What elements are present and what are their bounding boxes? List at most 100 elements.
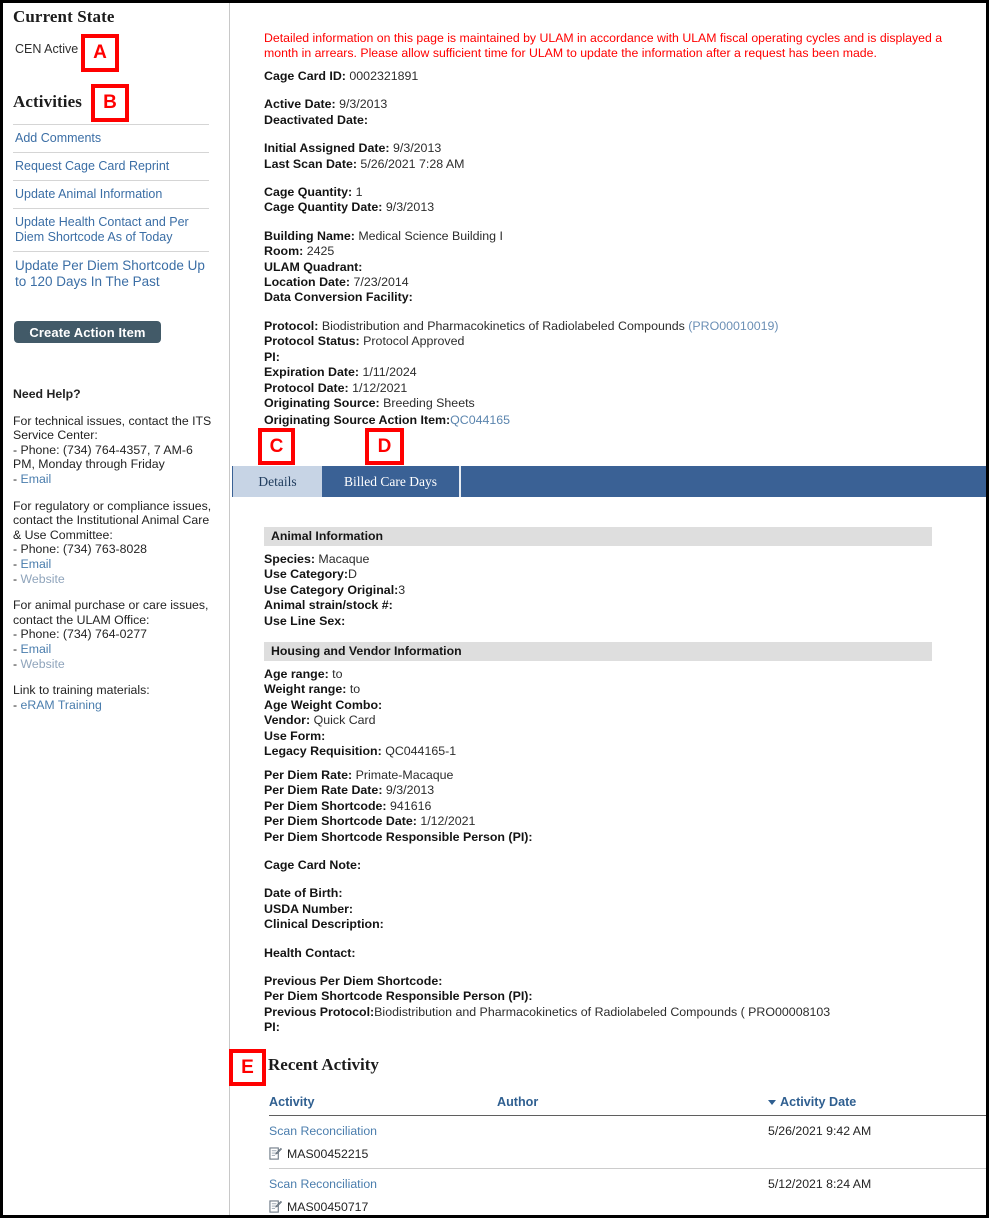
per-diem-shortcode-date-label: Per Diem Shortcode Date: bbox=[264, 814, 417, 829]
field-per-diem-shortcode-person-2: Per Diem Shortcode Responsible Person (P… bbox=[264, 989, 830, 1004]
species-value: Macaque bbox=[318, 552, 370, 566]
document-edit-icon bbox=[269, 1147, 282, 1160]
need-help-title: Need Help? bbox=[13, 387, 81, 401]
field-expiration-date: Expiration Date: 1/11/2024 bbox=[264, 365, 779, 380]
create-action-item-button[interactable]: Create Action Item bbox=[14, 321, 161, 343]
per-diem-shortcode-person-label: Per Diem Shortcode Responsible Person (P… bbox=[264, 829, 533, 844]
field-cage-card-id: Cage Card ID: 0002321891 bbox=[264, 69, 779, 84]
protocol-label: Protocol: bbox=[264, 318, 319, 333]
per-diem-and-notes-fields: Per Diem Rate: Primate-Macaque Per Diem … bbox=[264, 768, 830, 1036]
ulam-quadrant-label: ULAM Quadrant: bbox=[264, 259, 363, 274]
help-regulatory-email-link[interactable]: Email bbox=[21, 557, 52, 571]
field-per-diem-shortcode-person: Per Diem Shortcode Responsible Person (P… bbox=[264, 830, 830, 845]
help-animal-website-link[interactable]: Website bbox=[21, 657, 65, 671]
last-scan-date-value: 5/26/2021 7:28 AM bbox=[360, 156, 465, 171]
field-species: Species: Macaque bbox=[264, 552, 405, 567]
originating-source-action-item-link[interactable]: QC044165 bbox=[450, 413, 510, 427]
field-group-assignment: Initial Assigned Date: 9/3/2013 Last Sca… bbox=[264, 141, 779, 172]
field-group-birth-usda: Date of Birth: USDA Number: Clinical Des… bbox=[264, 886, 830, 932]
pi-label: PI: bbox=[264, 349, 280, 364]
per-diem-rate-date-value: 9/3/2013 bbox=[385, 783, 435, 798]
field-use-category: Use Category:D bbox=[264, 567, 405, 582]
legacy-requisition-value: QC044165-1 bbox=[385, 744, 457, 759]
originating-source-value: Breeding Sheets bbox=[383, 395, 475, 410]
field-protocol-status: Protocol Status: Protocol Approved bbox=[264, 334, 779, 349]
field-originating-source: Originating Source: Breeding Sheets bbox=[264, 396, 779, 411]
column-header-activity-date[interactable]: Activity Date bbox=[768, 1095, 986, 1109]
originating-source-action-item-label: Originating Source Action Item: bbox=[264, 413, 451, 427]
help-animal-email-link[interactable]: Email bbox=[21, 642, 52, 656]
expiration-date-label: Expiration Date: bbox=[264, 365, 360, 380]
help-technical-email-link[interactable]: Email bbox=[21, 472, 52, 486]
tab-details[interactable]: Details bbox=[233, 466, 322, 497]
weight-range-label: Weight range: bbox=[264, 682, 347, 697]
document-edit-icon bbox=[269, 1200, 282, 1213]
activity-document-id[interactable]: MAS00452215 bbox=[287, 1147, 368, 1161]
recent-activity-table-header: Activity Author Activity Date bbox=[269, 1095, 986, 1116]
activity-link-update-per-diem-shortcode[interactable]: Update Per Diem Shortcode Up to 120 Days… bbox=[13, 251, 209, 296]
field-per-diem-shortcode: Per Diem Shortcode: 941616 bbox=[264, 799, 830, 814]
expiration-date-value: 1/11/2024 bbox=[362, 365, 417, 380]
per-diem-rate-value: Primate-Macaque bbox=[355, 768, 454, 782]
activity-link-add-comments[interactable]: Add Comments bbox=[13, 124, 209, 152]
animal-information-fields: Species: Macaque Use Category:D Use Cate… bbox=[264, 552, 405, 629]
activity-row-document: MAS00450717 bbox=[269, 1200, 986, 1214]
protocol-id-link[interactable]: (PRO00010019) bbox=[688, 319, 778, 333]
section-header-animal-information: Animal Information bbox=[264, 527, 932, 546]
activity-link-update-animal-information[interactable]: Update Animal Information bbox=[13, 180, 209, 208]
originating-source-label: Originating Source: bbox=[264, 395, 380, 410]
field-legacy-requisition: Legacy Requisition: QC044165-1 bbox=[264, 744, 456, 759]
cage-card-detail-page: Current State CEN Active Activities Add … bbox=[0, 0, 989, 1218]
field-per-diem-rate-date: Per Diem Rate Date: 9/3/2013 bbox=[264, 783, 830, 798]
field-group-location: Building Name: Medical Science Building … bbox=[264, 229, 779, 306]
activity-document-id[interactable]: MAS00450717 bbox=[287, 1200, 368, 1214]
help-eram-training-link[interactable]: eRAM Training bbox=[21, 698, 102, 712]
field-use-line-sex: Use Line Sex: bbox=[264, 614, 405, 629]
cage-quantity-date-label: Cage Quantity Date: bbox=[264, 200, 383, 215]
protocol-date-label: Protocol Date: bbox=[264, 380, 349, 395]
field-date-of-birth: Date of Birth: bbox=[264, 886, 830, 901]
field-active-date: Active Date: 9/3/2013 bbox=[264, 97, 779, 112]
recent-activity-table: Activity Author Activity Date Scan Recon… bbox=[269, 1095, 986, 1215]
activity-row-primary: Scan Reconciliation 5/12/2021 8:24 AM bbox=[269, 1177, 986, 1191]
field-cage-card-note: Cage Card Note: bbox=[264, 858, 830, 873]
field-weight-range: Weight range: to bbox=[264, 682, 456, 697]
activity-link[interactable]: Scan Reconciliation bbox=[269, 1177, 768, 1191]
annotation-marker-c: C bbox=[258, 428, 295, 465]
sidebar: Current State CEN Active Activities Add … bbox=[3, 3, 230, 1215]
vendor-label: Vendor: bbox=[264, 713, 311, 728]
help-paragraph-technical: For technical issues, contact the ITS Se… bbox=[13, 414, 218, 487]
field-use-category-original: Use Category Original:3 bbox=[264, 583, 405, 598]
activity-row-primary: Scan Reconciliation 5/26/2021 9:42 AM bbox=[269, 1124, 986, 1138]
field-previous-protocol: Previous Protocol:Biodistribution and Ph… bbox=[264, 1005, 830, 1020]
column-header-activity[interactable]: Activity bbox=[269, 1095, 497, 1109]
activities-list: Add Comments Request Cage Card Reprint U… bbox=[13, 124, 209, 296]
ulam-alert-banner: Detailed information on this page is mai… bbox=[264, 31, 943, 60]
column-header-author[interactable]: Author bbox=[497, 1095, 768, 1109]
activity-link-request-cage-card-reprint[interactable]: Request Cage Card Reprint bbox=[13, 152, 209, 180]
field-group-cage-card-note: Cage Card Note: bbox=[264, 858, 830, 873]
previous-per-diem-shortcode-label: Previous Per Diem Shortcode: bbox=[264, 974, 443, 989]
building-name-label: Building Name: bbox=[264, 228, 355, 243]
use-line-sex-label: Use Line Sex: bbox=[264, 613, 346, 628]
tab-billed-care-days[interactable]: Billed Care Days bbox=[322, 466, 461, 497]
help-paragraph-regulatory: For regulatory or compliance issues, con… bbox=[13, 498, 212, 586]
field-building-name: Building Name: Medical Science Building … bbox=[264, 229, 779, 244]
per-diem-shortcode-person-2-label: Per Diem Shortcode Responsible Person (P… bbox=[264, 989, 533, 1004]
field-previous-per-diem-shortcode: Previous Per Diem Shortcode: bbox=[264, 974, 830, 989]
help-regulatory-website-link[interactable]: Website bbox=[21, 572, 65, 586]
field-originating-source-action-item: Originating Source Action Item:QC044165 bbox=[264, 413, 510, 428]
species-label: Species: bbox=[264, 552, 315, 566]
field-age-weight-combo: Age Weight Combo: bbox=[264, 698, 456, 713]
field-pi: PI: bbox=[264, 350, 779, 365]
field-group-dates: Active Date: 9/3/2013 Deactivated Date: bbox=[264, 97, 779, 128]
use-category-original-value: 3 bbox=[398, 582, 406, 597]
activities-heading: Activities bbox=[13, 92, 82, 111]
activity-row-document: MAS00452215 bbox=[269, 1147, 986, 1161]
field-cage-quantity-date: Cage Quantity Date: 9/3/2013 bbox=[264, 200, 779, 215]
previous-protocol-label: Previous Protocol: bbox=[264, 1004, 375, 1019]
annotation-marker-a: A bbox=[81, 34, 119, 72]
activity-link-update-health-contact[interactable]: Update Health Contact and Per Diem Short… bbox=[13, 208, 209, 251]
activity-link[interactable]: Scan Reconciliation bbox=[269, 1124, 768, 1138]
protocol-value: Biodistribution and Pharmacokinetics of … bbox=[321, 318, 685, 333]
